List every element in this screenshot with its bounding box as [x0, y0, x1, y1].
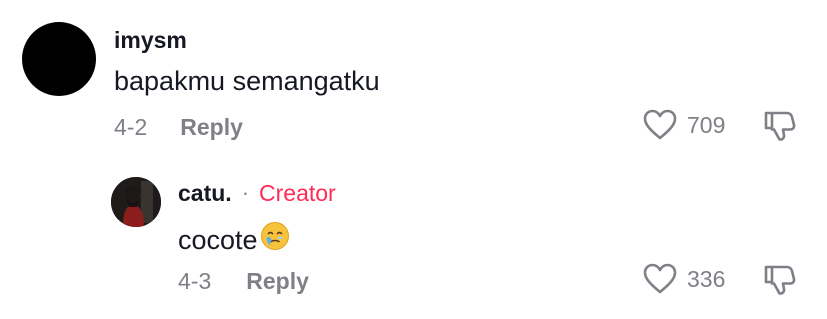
comment-meta: 4-2 Reply — [114, 113, 243, 141]
avatar[interactable] — [111, 177, 161, 227]
reply-meta: 4-3 Reply — [178, 267, 309, 295]
reply-button[interactable]: Reply — [246, 267, 309, 295]
like-count: 336 — [687, 265, 726, 292]
separator-dot: · — [241, 180, 250, 205]
face-holding-back-tears-icon — [260, 221, 290, 258]
creator-badge: Creator — [259, 180, 336, 206]
reply-username[interactable]: catu. — [178, 180, 232, 206]
like-button[interactable]: 709 — [643, 109, 725, 141]
comment-thread: imysm bapakmu semangatku 4-2 Reply 709 c… — [0, 0, 827, 319]
heart-outline-icon[interactable] — [643, 263, 677, 295]
reply-button[interactable]: Reply — [180, 113, 243, 141]
comment-username[interactable]: imysm — [114, 27, 187, 53]
like-count: 709 — [687, 111, 726, 138]
reply-date: 4-3 — [178, 268, 212, 294]
thumbs-down-outline-icon[interactable] — [762, 108, 798, 144]
avatar[interactable] — [22, 22, 96, 96]
comment-date: 4-2 — [114, 114, 148, 140]
like-button[interactable]: 336 — [643, 263, 725, 295]
thumbs-down-outline-icon[interactable] — [762, 262, 798, 298]
heart-outline-icon[interactable] — [643, 109, 677, 141]
comment-text: bapakmu semangatku — [114, 66, 380, 96]
reply-text: cocote — [178, 224, 258, 255]
reply-text-row: cocote — [178, 221, 290, 258]
reply-username-row: catu. · Creator — [178, 180, 336, 206]
